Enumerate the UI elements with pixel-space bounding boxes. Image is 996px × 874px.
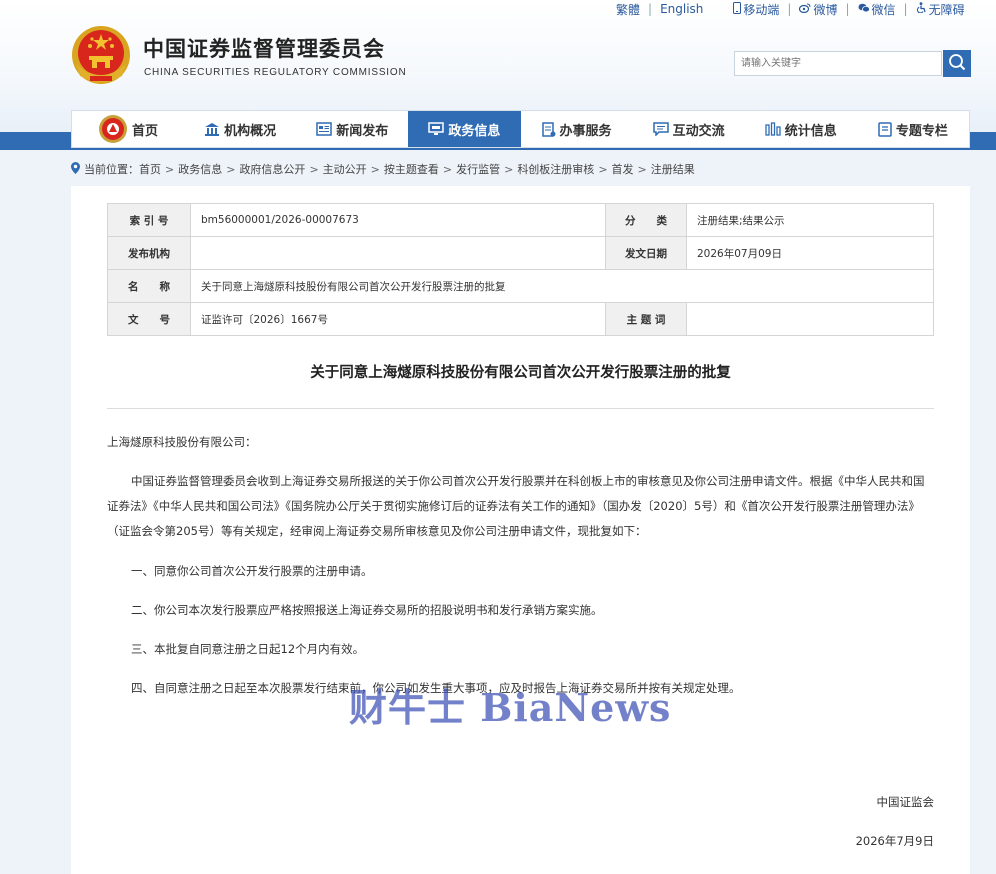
table-row: 文 号 证监许可〔2026〕1667号 主 题 词 [107, 302, 934, 336]
keyword-value [686, 302, 934, 336]
paragraph-1: 中国证券监督管理委员会收到上海证券交易所报送的关于你公司首次公开发行股票并在科创… [107, 474, 925, 538]
mobile-icon [733, 1, 742, 17]
category-label: 分 类 [605, 203, 687, 237]
breadcrumb-item[interactable]: 主动公开 [323, 161, 367, 177]
docno-label: 文 号 [107, 302, 191, 336]
wechat-icon [858, 3, 870, 16]
search-icon [948, 53, 966, 74]
publisher-label: 发布机构 [107, 236, 191, 270]
docno-value: 证监许可〔2026〕1667号 [190, 302, 606, 336]
news-icon [316, 122, 333, 136]
date-value: 2026年07月09日 [686, 236, 934, 270]
table-row: 名 称 关于同意上海燧原科技股份有限公司首次公开发行股票注册的批复 [107, 269, 934, 303]
item-4: 四、自同意注册之日起至本次股票发行结束前，你公司如发生重大事项，应及时报告上海证… [131, 681, 741, 695]
document-title: 关于同意上海燧原科技股份有限公司首次公开发行股票注册的批复 [310, 365, 731, 381]
accessibility-icon [916, 2, 927, 16]
link-mobile[interactable]: 移动端 [733, 1, 779, 18]
breadcrumb-item[interactable]: 首发 [612, 161, 634, 177]
search-input[interactable] [734, 51, 942, 76]
publisher-value [190, 236, 606, 270]
table-row: 索 引 号 bm56000001/2026-00007673 分 类 注册结果;… [107, 203, 934, 237]
breadcrumb-item[interactable]: 科创板注册审核 [517, 161, 594, 177]
name-value: 关于同意上海燧原科技股份有限公司首次公开发行股票注册的批复 [190, 269, 934, 303]
emblem-icon [98, 114, 128, 144]
nav-organization[interactable]: 机构概况 [184, 111, 296, 147]
main-nav: 首页 机构概况 新闻发布 政务信息 办事服务 互动交流 统计信息 专题专栏 [71, 110, 970, 148]
book-icon [878, 121, 892, 137]
index-label: 索 引 号 [107, 203, 191, 237]
chat-icon [652, 122, 669, 136]
link-english[interactable]: English [660, 2, 703, 16]
document-icon [541, 121, 556, 137]
index-value: bm56000001/2026-00007673 [190, 203, 606, 237]
breadcrumb-item[interactable]: 政府信息公开 [239, 161, 305, 177]
nav-special-topics[interactable]: 专题专栏 [857, 111, 969, 147]
table-row: 发布机构 发文日期 2026年07月09日 [107, 236, 934, 270]
breadcrumb-item[interactable]: 按主题查看 [384, 161, 439, 177]
breadcrumb-prefix: 当前位置： [84, 163, 139, 176]
nav-statistics[interactable]: 统计信息 [745, 111, 857, 147]
location-pin-icon [71, 161, 80, 177]
nav-services[interactable]: 办事服务 [521, 111, 633, 147]
nav-interaction[interactable]: 互动交流 [633, 111, 745, 147]
item-1: 一、同意你公司首次公开发行股票的注册申请。 [131, 564, 373, 578]
nav-home[interactable]: 首页 [72, 111, 184, 147]
item-2: 二、你公司本次发行股票应严格按照报送上海证券交易所的招股说明书和发行承销方案实施… [131, 603, 603, 617]
sign-date: 2026年7月9日 [855, 834, 934, 848]
monitor-icon [428, 122, 445, 136]
link-weibo[interactable]: 微博 [799, 1, 837, 18]
site-subtitle: CHINA SECURITIES REGULATORY COMMISSION [144, 67, 407, 78]
breadcrumb: 当前位置： 首页 > 政务信息 > 政府信息公开 > 主动公开 > 按主题查看 > 发行监… [71, 161, 695, 177]
bar-chart-icon [765, 122, 781, 136]
national-emblem-logo[interactable] [70, 24, 132, 86]
name-label: 名 称 [107, 269, 191, 303]
nav-government-info[interactable]: 政务信息 [408, 111, 521, 147]
link-wechat[interactable]: 微信 [858, 1, 896, 18]
search-button[interactable] [943, 50, 971, 77]
top-links: 繁體 | English 移动端 | 微博 | 微信 | 无障碍 [616, 1, 965, 18]
keyword-label: 主 题 词 [605, 302, 687, 336]
item-3: 三、本批复自同意注册之日起12个月内有效。 [131, 642, 365, 656]
salutation: 上海燧原科技股份有限公司： [107, 435, 257, 449]
breadcrumb-item[interactable]: 政务信息 [178, 161, 222, 177]
link-traditional[interactable]: 繁體 [616, 1, 640, 18]
weibo-icon [799, 3, 811, 16]
category-value: 注册结果;结果公示 [686, 203, 934, 237]
divider [107, 408, 934, 409]
document-info-table: 索 引 号 bm56000001/2026-00007673 分 类 注册结果;… [107, 203, 934, 336]
breadcrumb-item[interactable]: 发行监管 [456, 161, 500, 177]
date-label: 发文日期 [605, 236, 687, 270]
breadcrumb-item[interactable]: 首页 [139, 161, 161, 177]
breadcrumb-item[interactable]: 注册结果 [651, 161, 695, 177]
signer: 中国证监会 [876, 795, 935, 809]
link-accessibility[interactable]: 无障碍 [916, 1, 965, 18]
building-icon [204, 122, 220, 136]
nav-news[interactable]: 新闻发布 [296, 111, 408, 147]
content-panel: 索 引 号 bm56000001/2026-00007673 分 类 注册结果;… [71, 186, 970, 874]
site-title: 中国证券监督管理委员会 [143, 37, 385, 61]
